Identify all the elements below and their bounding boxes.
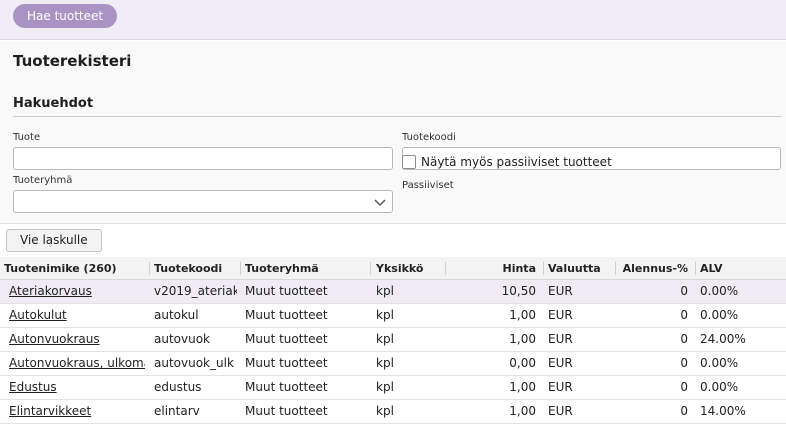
- column-header-unit[interactable]: Yksikkö: [370, 257, 445, 279]
- cell-discount: 0: [680, 332, 688, 346]
- table-row[interactable]: Autonvuokraus autovuok Muut tuotteet kpl 1,0…: [0, 328, 786, 352]
- cell-discount: 0: [680, 284, 688, 298]
- cell-discount: 0: [680, 404, 688, 418]
- cell-vat: 14.00%: [700, 404, 746, 418]
- cell-product-group: Muut tuotteet: [245, 404, 328, 418]
- page-title: Tuoterekisteri: [13, 52, 132, 70]
- table-row[interactable]: Autonvuokraus, ulkomaa autovuok_ulk Muut t…: [0, 352, 786, 376]
- top-toolbar: Hae tuotteet: [0, 0, 786, 40]
- column-header-price[interactable]: Hinta: [445, 257, 540, 279]
- cell-price: 0,00: [509, 356, 536, 370]
- table-row[interactable]: Autokulut autokul Muut tuotteet kpl 1,00 EUR 0…: [0, 304, 786, 328]
- column-header-vat[interactable]: ALV: [695, 257, 783, 279]
- cell-unit: kpl: [376, 356, 394, 370]
- table-row[interactable]: Ateriakorvaus v2019_ateriako Muut tuotteet…: [0, 280, 786, 304]
- cell-price: 1,00: [509, 308, 536, 322]
- cell-product-code: v2019_ateriako: [154, 284, 237, 298]
- cell-vat: 24.00%: [700, 332, 746, 346]
- product-group-select[interactable]: [13, 190, 393, 213]
- cell-product-name[interactable]: Autonvuokraus: [9, 328, 145, 351]
- cell-discount: 0: [680, 356, 688, 370]
- product-table: Tuotenimike (260) Tuotekoodi Tuoteryhmä …: [0, 257, 786, 424]
- product-name-link[interactable]: Ateriakorvaus: [9, 284, 92, 298]
- section-divider: [13, 116, 781, 117]
- show-passive-checkbox[interactable]: [402, 155, 416, 169]
- cell-currency: EUR: [548, 308, 573, 322]
- cell-product-name[interactable]: Elintarvikkeet: [9, 400, 145, 423]
- product-name-link[interactable]: Edustus: [9, 380, 57, 394]
- product-group-label: Tuoteryhmä: [13, 175, 73, 186]
- column-header-name[interactable]: Tuotenimike (260): [4, 257, 144, 279]
- cell-unit: kpl: [376, 404, 394, 418]
- table-row[interactable]: Edustus edustus Muut tuotteet kpl 1,00 EUR 0 0.…: [0, 376, 786, 400]
- cell-discount: 0: [680, 308, 688, 322]
- cell-currency: EUR: [548, 356, 573, 370]
- show-passive-option[interactable]: Näytä myös passiiviset tuotteet: [402, 154, 612, 170]
- chevron-down-icon: [374, 199, 386, 207]
- cell-vat: 0.00%: [700, 380, 739, 394]
- cell-price: 10,50: [501, 284, 536, 298]
- table-header: Tuotenimike (260) Tuotekoodi Tuoteryhmä …: [0, 257, 786, 280]
- export-to-invoice-button[interactable]: Vie laskulle: [6, 229, 102, 252]
- product-name-link[interactable]: Autonvuokraus, ulkomaa: [9, 356, 145, 370]
- cell-vat: 0.00%: [700, 356, 739, 370]
- cell-vat: 0.00%: [700, 284, 739, 298]
- cell-product-code: autovuok_ulk: [154, 356, 234, 370]
- show-passive-checkbox-label: Näytä myös passiiviset tuotteet: [421, 155, 612, 169]
- cell-price: 1,00: [509, 332, 536, 346]
- product-label: Tuote: [13, 132, 41, 143]
- cell-product-group: Muut tuotteet: [245, 284, 328, 298]
- cell-currency: EUR: [548, 404, 573, 418]
- product-code-label: Tuotekoodi: [402, 132, 456, 143]
- cell-currency: EUR: [548, 380, 573, 394]
- cell-product-code: elintarv: [154, 404, 200, 418]
- cell-price: 1,00: [509, 380, 536, 394]
- cell-product-name[interactable]: Ateriakorvaus: [9, 280, 145, 303]
- table-body: Ateriakorvaus v2019_ateriako Muut tuotteet…: [0, 280, 786, 424]
- product-name-link[interactable]: Autokulut: [9, 308, 67, 322]
- fetch-products-button[interactable]: Hae tuotteet: [13, 4, 118, 28]
- search-criteria-heading: Hakuehdot: [13, 96, 94, 111]
- cell-product-name[interactable]: Autokulut: [9, 304, 145, 327]
- cell-product-group: Muut tuotteet: [245, 308, 328, 322]
- cell-product-group: Muut tuotteet: [245, 380, 328, 394]
- cell-unit: kpl: [376, 284, 394, 298]
- column-header-code[interactable]: Tuotekoodi: [149, 257, 237, 279]
- column-header-currency[interactable]: Valuutta: [543, 257, 613, 279]
- cell-product-group: Muut tuotteet: [245, 356, 328, 370]
- column-header-discount[interactable]: Alennus-%: [615, 257, 692, 279]
- product-input[interactable]: [13, 147, 393, 170]
- cell-unit: kpl: [376, 308, 394, 322]
- table-row[interactable]: Elintarvikkeet elintarv Muut tuotteet kpl 1,…: [0, 400, 786, 424]
- passive-label: Passiiviset: [402, 180, 454, 191]
- cell-product-code: autokul: [154, 308, 199, 322]
- cell-price: 1,00: [509, 404, 536, 418]
- cell-unit: kpl: [376, 332, 394, 346]
- cell-product-code: edustus: [154, 380, 202, 394]
- column-header-group[interactable]: Tuoteryhmä: [240, 257, 365, 279]
- cell-discount: 0: [680, 380, 688, 394]
- cell-currency: EUR: [548, 332, 573, 346]
- cell-product-code: autovuok: [154, 332, 211, 346]
- product-name-link[interactable]: Autonvuokraus: [9, 332, 100, 346]
- product-name-link[interactable]: Elintarvikkeet: [9, 404, 91, 418]
- cell-product-name[interactable]: Edustus: [9, 376, 145, 399]
- cell-vat: 0.00%: [700, 308, 739, 322]
- search-panel: Tuoterekisteri Hakuehdot Tuote Tuotekood…: [0, 41, 786, 224]
- cell-currency: EUR: [548, 284, 573, 298]
- cell-unit: kpl: [376, 380, 394, 394]
- cell-product-group: Muut tuotteet: [245, 332, 328, 346]
- cell-product-name[interactable]: Autonvuokraus, ulkomaa: [9, 352, 145, 375]
